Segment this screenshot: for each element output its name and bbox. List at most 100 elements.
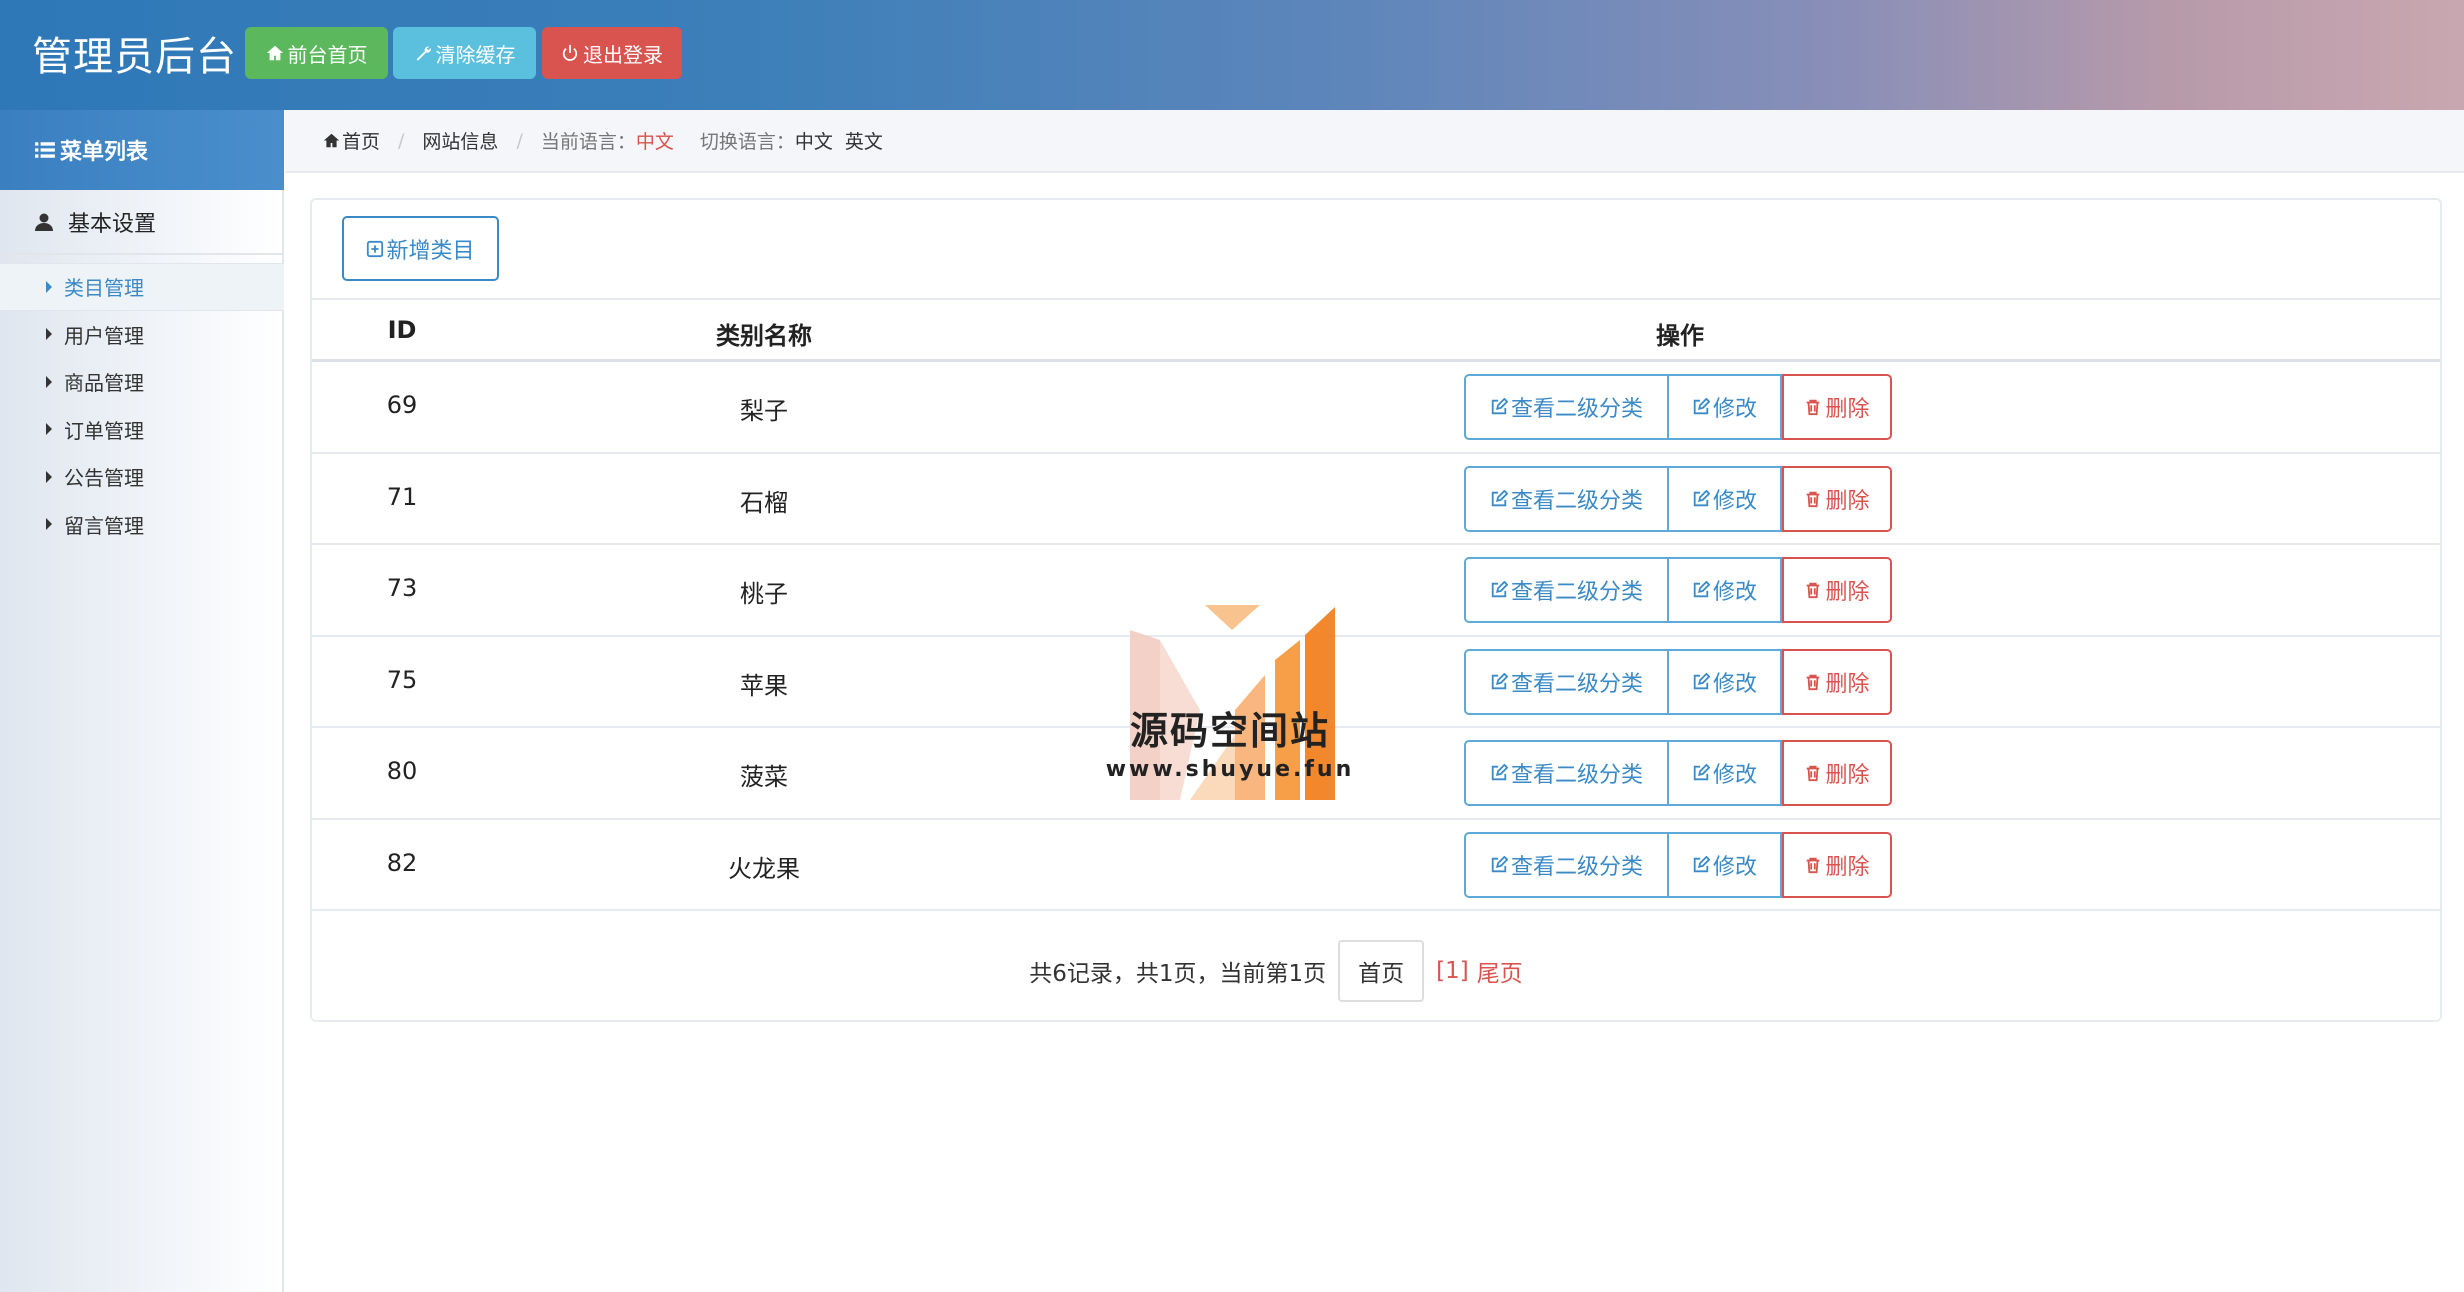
edit-icon bbox=[1693, 398, 1710, 415]
delete-button[interactable]: 删除 bbox=[1782, 648, 1892, 715]
top-header: 管理员后台 前台首页 清除缓存 退出登录 bbox=[0, 0, 2464, 110]
group-basic-settings-label: 基本设置 bbox=[68, 211, 157, 237]
pagination-page-1[interactable]: [1] bbox=[1436, 958, 1469, 984]
pagination: 共6记录，共1页，当前第1页 首页 [1] 尾页 bbox=[312, 940, 2440, 1002]
sidebar-item-messages[interactable]: 留言管理 bbox=[0, 501, 284, 549]
table-row: 73 桃子 查看二级分类 修改 删除 bbox=[312, 545, 2440, 637]
edit-button[interactable]: 修改 bbox=[1669, 465, 1782, 532]
view-subcategory-label: 查看二级分类 bbox=[1510, 671, 1643, 697]
row-actions: 查看二级分类 修改 删除 bbox=[1464, 740, 1892, 806]
table-row: 71 石榴 查看二级分类 修改 删除 bbox=[312, 454, 2440, 545]
frontend-home-label: 前台首页 bbox=[287, 44, 368, 67]
current-language-value: 中文 bbox=[635, 131, 674, 153]
breadcrumb-site-info[interactable]: 网站信息 bbox=[422, 127, 498, 154]
edit-icon bbox=[1491, 489, 1508, 506]
cell-name: 菠菜 bbox=[740, 763, 788, 791]
edit-label: 修改 bbox=[1712, 397, 1757, 422]
menu-list-header: 菜单列表 bbox=[0, 110, 284, 190]
cell-id: 71 bbox=[386, 482, 418, 511]
view-subcategory-button[interactable]: 查看二级分类 bbox=[1464, 831, 1669, 898]
view-subcategory-button[interactable]: 查看二级分类 bbox=[1464, 648, 1669, 715]
cell-id: 69 bbox=[386, 391, 418, 419]
sidebar-item-products[interactable]: 商品管理 bbox=[0, 358, 284, 406]
group-basic-settings[interactable]: 基本设置 bbox=[0, 190, 284, 255]
menu-list: 类目管理 用户管理 商品管理 订单管理 公告管理 留言管理 bbox=[0, 263, 284, 548]
app-title: 管理员后台 bbox=[32, 34, 237, 80]
menu-list-title: 菜单列表 bbox=[60, 140, 149, 165]
watermark-logo-icon bbox=[1130, 605, 1335, 800]
edit-button[interactable]: 修改 bbox=[1669, 831, 1782, 898]
edit-label: 修改 bbox=[1712, 488, 1757, 514]
caret-right-icon bbox=[46, 280, 52, 293]
edit-label: 修改 bbox=[1712, 580, 1757, 605]
pagination-last[interactable]: 尾页 bbox=[1477, 954, 1523, 988]
pagination-first[interactable]: 首页 bbox=[1338, 940, 1425, 1002]
edit-button[interactable]: 修改 bbox=[1669, 648, 1782, 715]
view-subcategory-button[interactable]: 查看二级分类 bbox=[1464, 740, 1669, 806]
sidebar-item-category[interactable]: 类目管理 bbox=[0, 263, 284, 311]
clear-cache-button[interactable]: 清除缓存 bbox=[393, 27, 536, 79]
row-actions: 查看二级分类 修改 删除 bbox=[1464, 465, 1892, 532]
delete-button[interactable]: 删除 bbox=[1782, 374, 1892, 440]
view-subcategory-label: 查看二级分类 bbox=[1510, 488, 1643, 514]
sidebar-item-label: 类目管理 bbox=[64, 276, 144, 301]
watermark-title: 源码空间站 bbox=[1129, 709, 1330, 753]
wrench-icon bbox=[416, 46, 431, 61]
view-subcategory-button[interactable]: 查看二级分类 bbox=[1464, 557, 1669, 623]
delete-label: 删除 bbox=[1825, 397, 1870, 422]
current-language-label: 当前语言： bbox=[540, 131, 636, 153]
view-subcategory-button[interactable]: 查看二级分类 bbox=[1464, 465, 1669, 532]
edit-icon bbox=[1693, 764, 1710, 781]
add-category-label: 新增类目 bbox=[386, 237, 475, 263]
switch-language-english[interactable]: 英文 bbox=[845, 127, 883, 154]
home-icon bbox=[266, 45, 283, 61]
watermark-url: www.shuyue.fun bbox=[1105, 757, 1355, 782]
pagination-summary: 共6记录，共1页，当前第1页 bbox=[1029, 961, 1327, 987]
breadcrumb-home[interactable]: 首页 bbox=[323, 127, 380, 154]
edit-button[interactable]: 修改 bbox=[1669, 740, 1782, 806]
sidebar-item-users[interactable]: 用户管理 bbox=[0, 311, 284, 359]
edit-icon bbox=[1693, 489, 1710, 506]
trash-icon bbox=[1807, 857, 1820, 873]
breadcrumb-separator: / bbox=[516, 129, 523, 152]
switch-language-chinese[interactable]: 中文 bbox=[795, 127, 833, 154]
delete-label: 删除 bbox=[1825, 488, 1870, 514]
cell-id: 80 bbox=[386, 757, 418, 785]
delete-button[interactable]: 删除 bbox=[1782, 831, 1892, 898]
table-row: 69 梨子 查看二级分类 修改 删除 bbox=[312, 362, 2440, 454]
view-subcategory-button[interactable]: 查看二级分类 bbox=[1464, 374, 1669, 440]
logout-button[interactable]: 退出登录 bbox=[542, 27, 682, 79]
sidebar-item-label: 用户管理 bbox=[64, 323, 144, 348]
delete-label: 删除 bbox=[1825, 763, 1870, 788]
cell-name: 桃子 bbox=[740, 580, 788, 608]
sidebar-item-label: 公告管理 bbox=[64, 466, 144, 491]
edit-button[interactable]: 修改 bbox=[1669, 557, 1782, 623]
cell-name: 梨子 bbox=[740, 397, 788, 425]
column-header-name: 类别名称 bbox=[716, 322, 812, 350]
trash-icon bbox=[1807, 765, 1820, 782]
sidebar-item-orders[interactable]: 订单管理 bbox=[0, 406, 284, 454]
delete-button[interactable]: 删除 bbox=[1782, 465, 1892, 532]
edit-icon bbox=[1693, 855, 1710, 872]
sidebar-item-label: 商品管理 bbox=[64, 371, 144, 396]
view-subcategory-label: 查看二级分类 bbox=[1510, 854, 1643, 880]
sidebar-item-label: 订单管理 bbox=[64, 418, 144, 443]
row-actions: 查看二级分类 修改 删除 bbox=[1464, 374, 1892, 440]
column-header-ops: 操作 bbox=[1656, 322, 1704, 350]
delete-button[interactable]: 删除 bbox=[1782, 740, 1892, 806]
sidebar: 菜单列表 基本设置 类目管理 用户管理 商品管理 订单管理 公告管理 留言管理 bbox=[0, 110, 284, 1292]
edit-icon bbox=[1491, 855, 1508, 872]
caret-right-icon bbox=[46, 423, 52, 436]
view-subcategory-label: 查看二级分类 bbox=[1510, 763, 1643, 788]
cell-id: 75 bbox=[386, 665, 418, 694]
table-row: 80 菠菜 查看二级分类 修改 删除 bbox=[312, 728, 2440, 820]
breadcrumb-separator: / bbox=[398, 129, 405, 152]
delete-button[interactable]: 删除 bbox=[1782, 557, 1892, 623]
edit-label: 修改 bbox=[1712, 763, 1757, 788]
sidebar-item-notices[interactable]: 公告管理 bbox=[0, 453, 284, 501]
add-category-button[interactable]: 新增类目 bbox=[342, 216, 499, 281]
category-panel: 新增类目 ID 类别名称 操作 69 梨子 查看二级分类 修改 删除 71 石榴 bbox=[310, 198, 2442, 1022]
edit-button[interactable]: 修改 bbox=[1669, 374, 1782, 440]
logout-label: 退出登录 bbox=[583, 44, 663, 67]
frontend-home-button[interactable]: 前台首页 bbox=[245, 27, 388, 79]
